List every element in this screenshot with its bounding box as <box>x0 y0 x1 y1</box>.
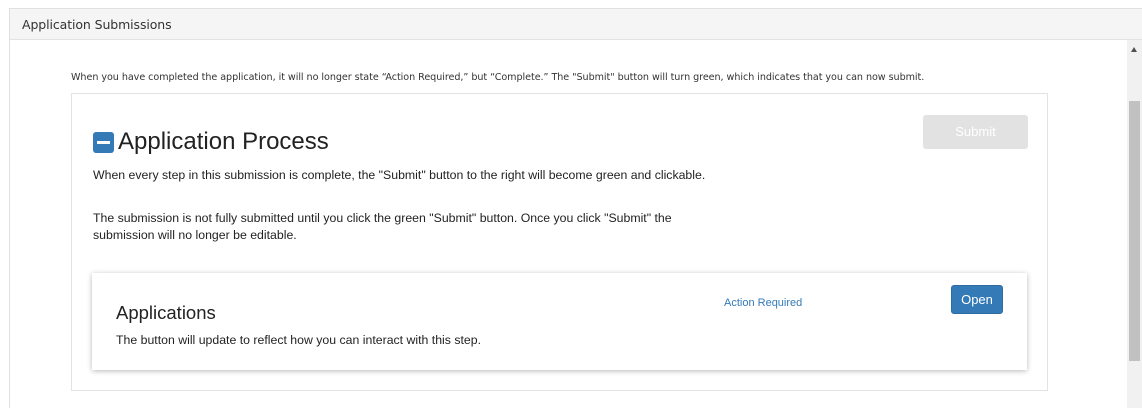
process-description-1: When every step in this submission is co… <box>93 168 706 182</box>
page: Application Submissions When you have co… <box>0 0 1142 408</box>
open-button[interactable]: Open <box>951 285 1003 314</box>
step-status-label: Action Required <box>724 297 803 309</box>
left-edge <box>0 0 9 408</box>
submit-button[interactable]: Submit <box>923 115 1028 149</box>
panel-title: Application Submissions <box>22 17 172 32</box>
scroll-thumb[interactable] <box>1129 101 1140 361</box>
minus-square-icon[interactable] <box>93 132 114 153</box>
application-process-card: Application Process When every step in t… <box>71 93 1048 391</box>
step-card-applications: Applications The button will update to r… <box>92 273 1027 370</box>
vertical-scrollbar[interactable] <box>1127 40 1142 408</box>
panel-header: Application Submissions <box>10 9 1142 40</box>
step-title: Applications <box>116 302 216 323</box>
scroll-up-arrow-icon[interactable] <box>1131 47 1137 52</box>
instruction-text: When you have completed the application,… <box>71 72 925 83</box>
step-description: The button will update to reflect how yo… <box>116 333 482 347</box>
process-description-2: The submission is not fully submitted un… <box>93 211 672 242</box>
process-title: Application Process <box>118 128 329 155</box>
